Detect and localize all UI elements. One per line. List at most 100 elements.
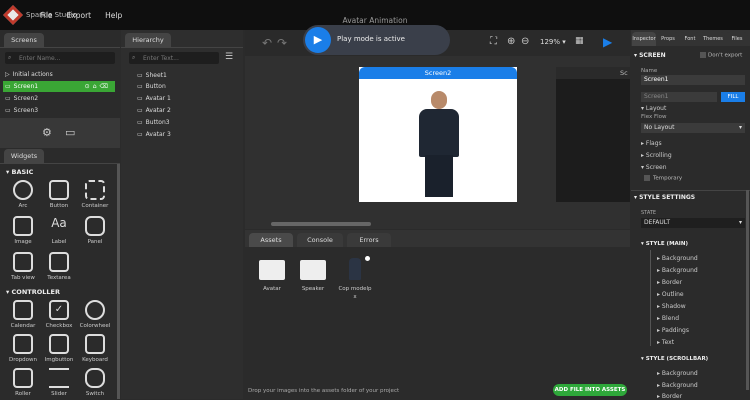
grid-icon[interactable]: ▦	[575, 36, 584, 46]
tab-errors[interactable]: Errors	[347, 233, 391, 247]
basic-section-header[interactable]: ▾ BASIC	[6, 168, 33, 176]
widget-container[interactable]: Container	[78, 180, 112, 209]
inspector-scrollbar[interactable]	[746, 190, 749, 390]
widget-switch[interactable]: Switch	[78, 368, 112, 397]
tree-item[interactable]: ▭ Sheet1	[137, 70, 167, 81]
dont-export-checkbox[interactable]: Don't export	[700, 52, 742, 59]
tab-widgets-label: Widgets	[10, 152, 38, 160]
add-file-button[interactable]: ADD FILE INTO ASSETS	[553, 384, 627, 396]
redo-icon[interactable]: ↷	[277, 36, 287, 50]
screen1-label: Screen1	[13, 83, 39, 90]
prop-row[interactable]: ▸ Background	[657, 382, 698, 389]
flags-header[interactable]: ▸ Flags	[641, 140, 662, 147]
dont-export-label: Don't export	[708, 52, 743, 59]
widget-tabview[interactable]: Tab view	[6, 252, 40, 281]
tab-files[interactable]: Files	[726, 32, 748, 46]
tab-font[interactable]: Font	[680, 32, 700, 46]
widget-panel[interactable]: Panel	[78, 216, 112, 245]
temporary-checkbox[interactable]: Temporary	[644, 175, 682, 182]
tab-assets[interactable]: Assets	[249, 233, 293, 247]
folder-icon[interactable]: ▭	[65, 126, 75, 139]
list-view-icon[interactable]: ☰	[225, 52, 233, 62]
tab-inspector[interactable]: Inspector	[632, 32, 656, 46]
tab-screens[interactable]: Screens	[4, 33, 44, 47]
screen-preview-secondary[interactable]: Sc	[556, 67, 630, 202]
screen-preview[interactable]: Screen2	[359, 67, 517, 202]
widget-textarea[interactable]: Textarea	[42, 252, 76, 281]
prop-row[interactable]: ▸ Outline	[657, 291, 684, 298]
play-button[interactable]: ▶	[305, 27, 331, 53]
menu-export[interactable]: Export	[67, 11, 92, 20]
widget-calendar[interactable]: Calendar	[6, 300, 40, 329]
widget-checkbox[interactable]: ✓ Checkbox	[42, 300, 76, 329]
prop-row[interactable]: ▸ Background	[657, 370, 698, 377]
screen-field[interactable]: Screen1	[641, 92, 717, 102]
list-item[interactable]: ▭ Screen2	[5, 93, 115, 104]
hierarchy-search-input[interactable]: ⌕ Enter Text...	[129, 52, 219, 64]
avatar-image[interactable]	[407, 87, 471, 197]
widget-arc[interactable]: Arc	[6, 180, 40, 209]
tab-themes[interactable]: Themes	[701, 32, 725, 46]
style-settings-header[interactable]: ▾ STYLE SETTINGS	[634, 194, 695, 201]
widget-keyboard[interactable]: Keyboard	[78, 334, 112, 363]
widget-roller[interactable]: Roller	[6, 368, 40, 397]
tab-hierarchy[interactable]: Hierarchy	[125, 33, 171, 47]
widget-button[interactable]: Button	[42, 180, 76, 209]
list-item-selected[interactable]: ▭ Screen1 ⊙⌂⌫	[3, 81, 115, 92]
tab-widgets[interactable]: Widgets	[4, 149, 44, 163]
zoom-dropdown[interactable]: 129% ▾	[540, 38, 566, 46]
asset-pin-icon[interactable]	[365, 256, 370, 261]
zoom-in-icon[interactable]: ⊕	[507, 36, 515, 47]
menu-help[interactable]: Help	[105, 11, 122, 20]
asset-folder[interactable]: Avatar	[255, 260, 289, 292]
widget-colorwheel[interactable]: Colorwheel	[78, 300, 112, 329]
canvas-hscrollbar[interactable]	[271, 222, 371, 226]
tree-item[interactable]: ▭ Avatar 2	[137, 105, 171, 116]
screen-search-input[interactable]: ⌕ Enter Name...	[5, 52, 115, 64]
controller-section-header[interactable]: ▾ CONTROLLER	[6, 288, 60, 296]
tree-item[interactable]: ▭ Button3	[137, 117, 170, 128]
fit-icon[interactable]: ⛶	[490, 36, 497, 47]
flex-flow-dropdown[interactable]: No Layout ▾	[641, 123, 745, 133]
widget-label[interactable]: Aa Label	[42, 216, 76, 245]
widget-imgbutton[interactable]: Imgbutton	[42, 334, 76, 363]
prop-row[interactable]: ▸ Background	[657, 255, 698, 262]
list-item[interactable]: ▷ Initial actions	[5, 69, 115, 80]
name-field[interactable]: Screen1	[641, 75, 745, 85]
add-screen-icon[interactable]: ⚙	[42, 126, 52, 139]
widgets-scrollbar[interactable]	[117, 164, 120, 399]
avatar-body	[419, 109, 459, 157]
prop-row[interactable]: ▸ Blend	[657, 315, 679, 322]
zoom-out-icon[interactable]: ⊖	[521, 36, 529, 47]
tab-props[interactable]: Props	[657, 32, 679, 46]
menu-file[interactable]: File	[40, 11, 53, 20]
tab-console[interactable]: Console	[297, 233, 343, 247]
prop-row[interactable]: ▸ Text	[657, 339, 674, 346]
prop-row[interactable]: ▸ Border	[657, 279, 682, 286]
asset-image[interactable]: Cop modelp x	[335, 258, 375, 300]
fill-button[interactable]: FILL	[721, 92, 745, 102]
tree-item[interactable]: ▭ Button	[137, 81, 166, 92]
layout-header[interactable]: ▾ Layout	[641, 105, 666, 112]
prop-row[interactable]: ▸ Shadow	[657, 303, 686, 310]
widget-slider[interactable]: Slider	[42, 368, 76, 397]
undo-icon[interactable]: ↶	[262, 36, 272, 50]
prop-row[interactable]: ▸ Background	[657, 267, 698, 274]
widget-label: Container	[81, 203, 109, 209]
screen-section-header[interactable]: ▾ SCREEN	[634, 52, 666, 59]
scrolling-header[interactable]: ▸ Scrolling	[641, 152, 672, 159]
state-dropdown[interactable]: DEFAULT ▾	[641, 218, 745, 228]
style-scrollbar-header[interactable]: ▾ STYLE (SCROLLBAR)	[641, 356, 708, 362]
tree-item[interactable]: ▭ Avatar 3	[137, 129, 171, 140]
row-action-icons[interactable]: ⊙⌂⌫	[85, 83, 111, 90]
play-mode-text: Play mode is active	[337, 35, 405, 43]
screen-sub-header[interactable]: ▾ Screen	[641, 164, 667, 171]
widget-dropdown[interactable]: Dropdown	[6, 334, 40, 363]
prop-row[interactable]: ▸ Paddings	[657, 327, 689, 334]
widget-image[interactable]: Image	[6, 216, 40, 245]
style-main-header[interactable]: ▾ STYLE (MAIN)	[641, 241, 688, 247]
tree-item[interactable]: ▭ Avatar 1	[137, 93, 171, 104]
run-button[interactable]: ▶	[603, 35, 612, 49]
list-item[interactable]: ▭ Screen3	[5, 105, 115, 116]
asset-folder[interactable]: Speaker	[296, 260, 330, 292]
